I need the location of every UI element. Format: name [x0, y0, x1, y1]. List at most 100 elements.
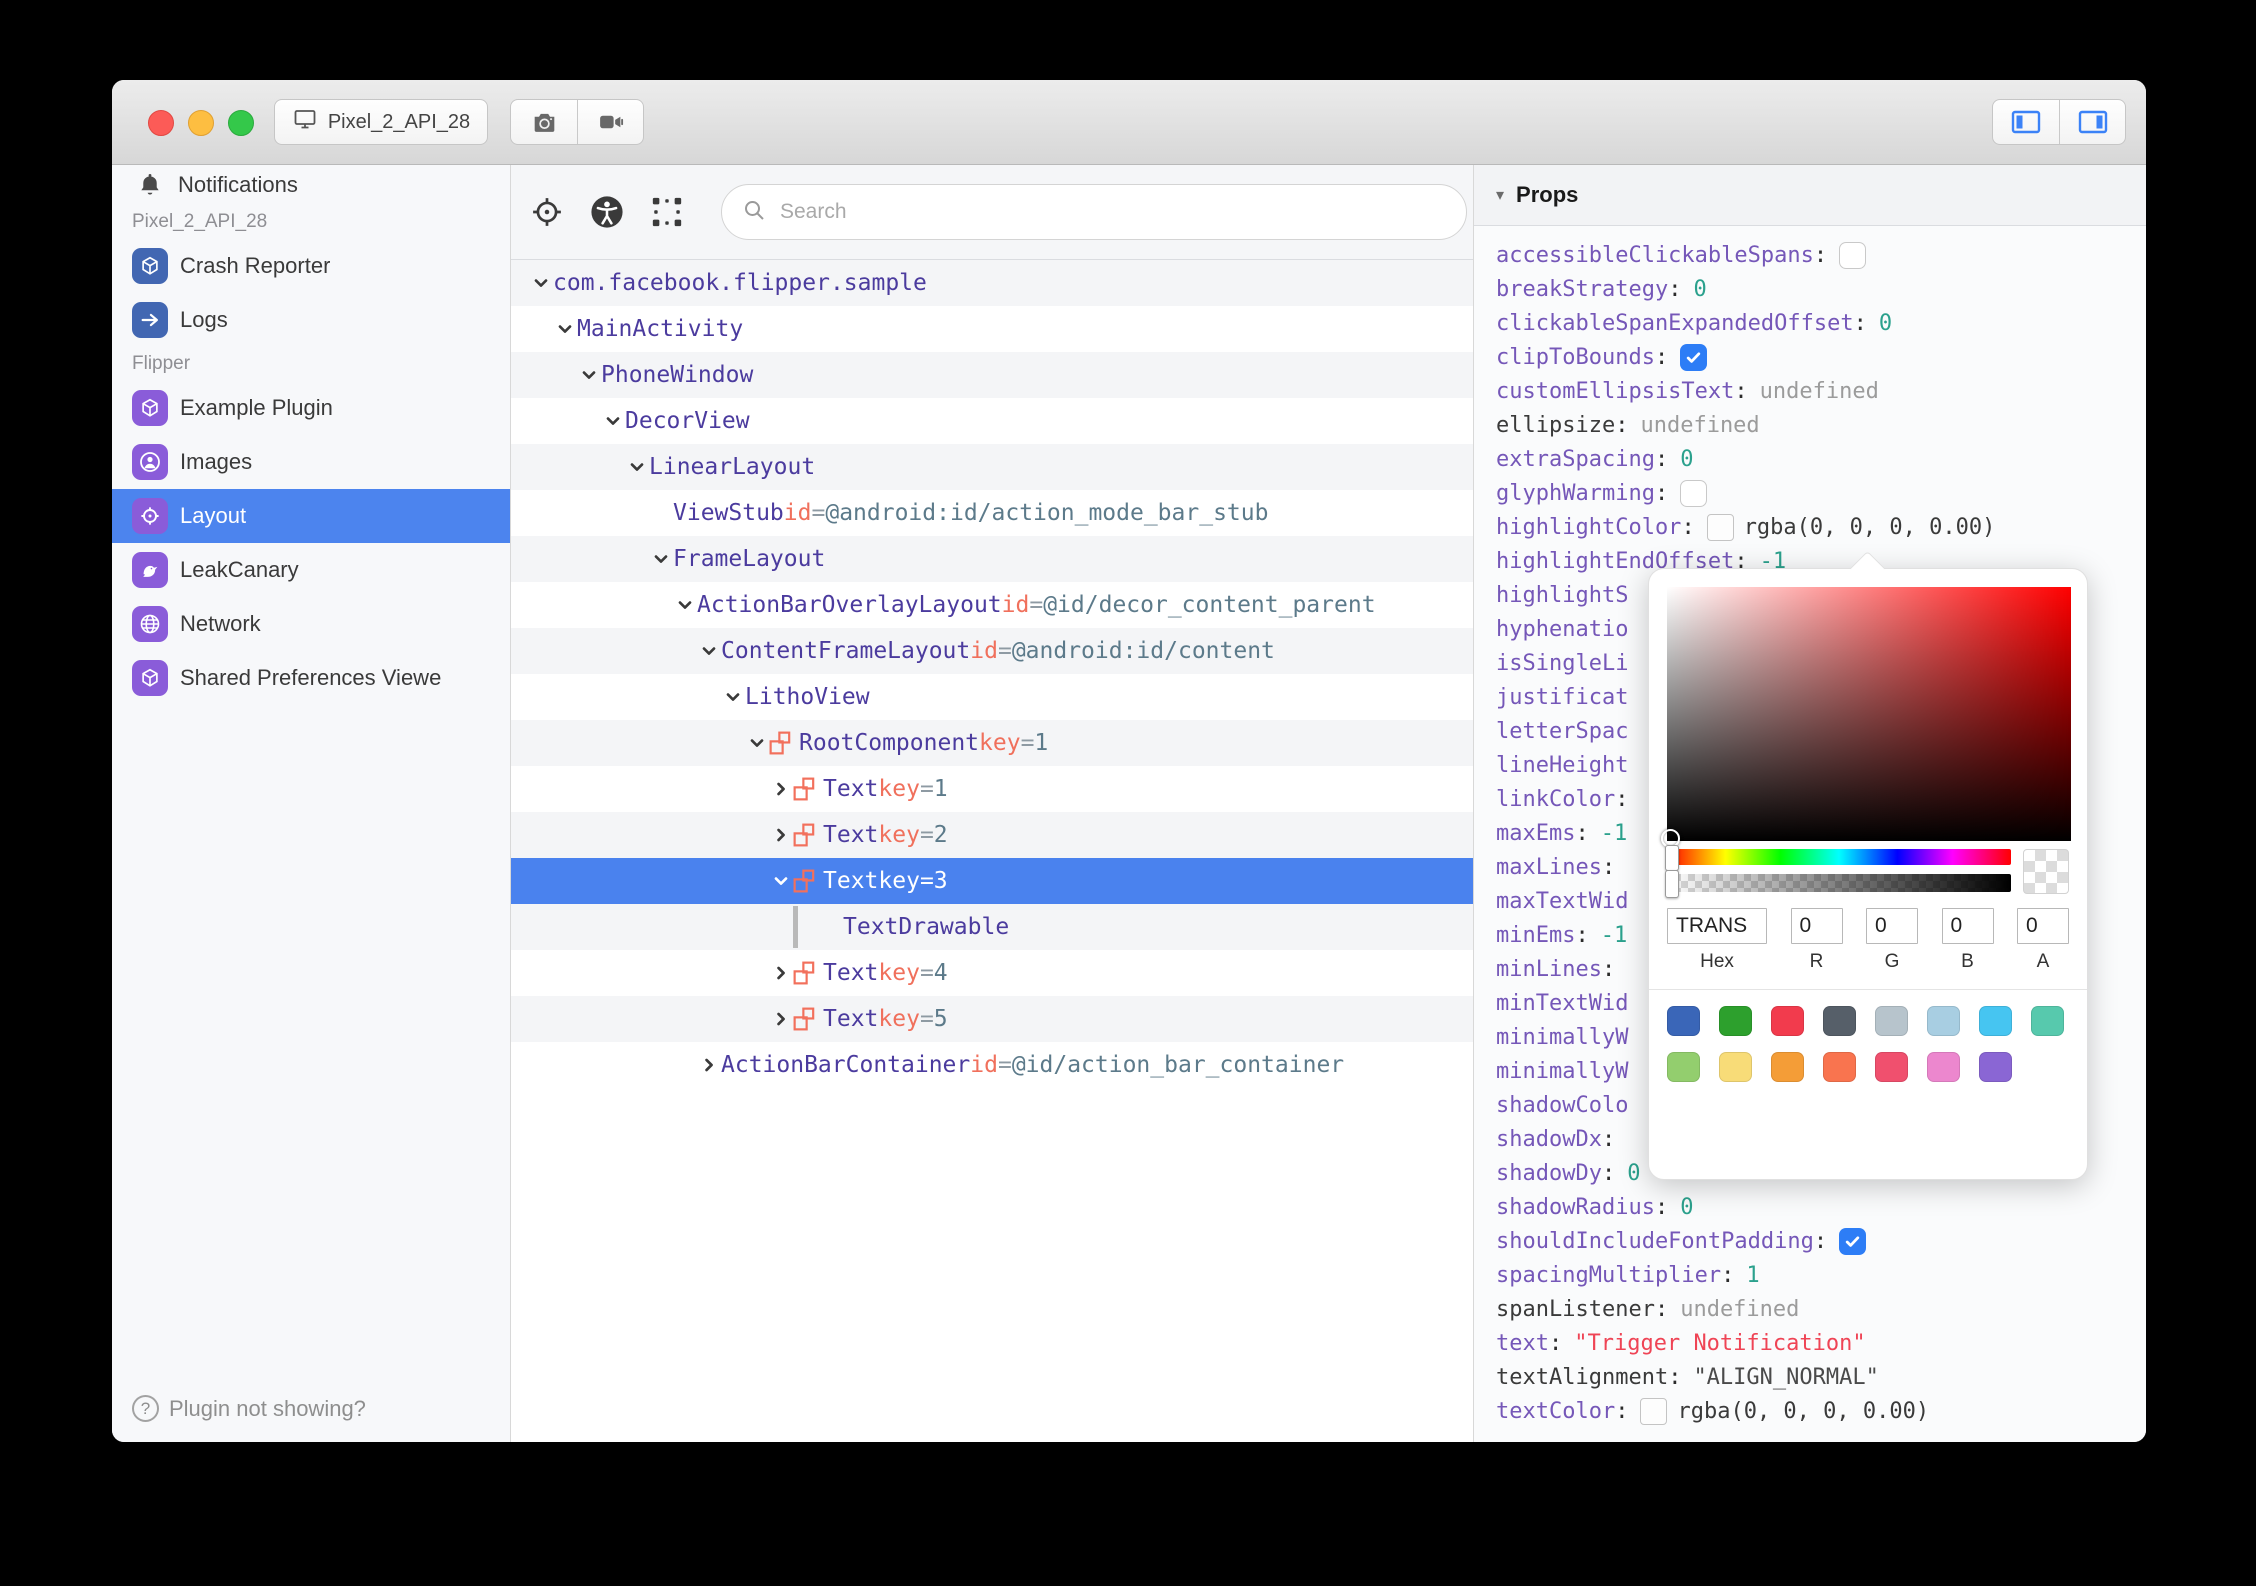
chevron-right-icon[interactable] — [697, 1055, 721, 1075]
checkbox-checked[interactable] — [1839, 1227, 1867, 1255]
palette-swatch[interactable] — [1667, 1052, 1700, 1082]
prop-value-number[interactable]: 1 — [1746, 1263, 1759, 1288]
chevron-right-icon[interactable] — [769, 1009, 793, 1029]
toggle-right-panel-button[interactable] — [2059, 100, 2125, 144]
alpha-slider-handle[interactable] — [1665, 870, 1679, 898]
prop-value-number[interactable]: -1 — [1601, 821, 1628, 846]
chevron-down-icon[interactable] — [769, 871, 793, 891]
chevron-down-icon[interactable] — [697, 641, 721, 661]
sidebar-item-shared-preferences-viewe[interactable]: Shared Preferences Viewe — [112, 651, 510, 705]
select-element-button[interactable] — [649, 194, 685, 230]
palette-swatch[interactable] — [1875, 1006, 1908, 1036]
tree-row-actionbarcontainer[interactable]: ActionBarContainer id = @id/action_bar_con… — [511, 1042, 1473, 1088]
green-input[interactable] — [1866, 908, 1918, 944]
sidebar-item-network[interactable]: Network — [112, 597, 510, 651]
hue-slider[interactable] — [1665, 845, 2011, 871]
tree-row-lithoview[interactable]: LithoView — [511, 674, 1473, 720]
chevron-down-icon[interactable] — [577, 365, 601, 385]
saturation-value-area[interactable] — [1661, 587, 2071, 848]
checkbox-unchecked[interactable] — [1680, 479, 1708, 507]
minimize-window-button[interactable] — [188, 110, 214, 136]
alpha-slider[interactable] — [1665, 870, 2011, 898]
chevron-down-icon[interactable] — [529, 273, 553, 293]
chevron-right-icon[interactable] — [769, 779, 793, 799]
tree-row-com.facebook.flipper.sample[interactable]: com.facebook.flipper.sample — [511, 260, 1473, 306]
chevron-down-icon[interactable] — [553, 319, 577, 339]
color-swatch-button[interactable] — [1640, 1397, 1668, 1425]
sidebar-item-leakcanary[interactable]: LeakCanary — [112, 543, 510, 597]
tree-row-contentframelayout[interactable]: ContentFrameLayout id = @android:id/conten… — [511, 628, 1473, 674]
tree-row-phonewindow[interactable]: PhoneWindow — [511, 352, 1473, 398]
palette-swatch[interactable] — [2031, 1006, 2064, 1036]
checkbox-checked[interactable] — [1680, 343, 1708, 371]
accessibility-mode-button[interactable] — [589, 194, 625, 230]
prop-value-number[interactable]: 0 — [1879, 311, 1892, 336]
chevron-down-icon[interactable] — [601, 411, 625, 431]
screenshot-button[interactable] — [511, 100, 577, 144]
search-input[interactable] — [778, 199, 1446, 225]
chevron-right-icon[interactable] — [769, 825, 793, 845]
alpha-input[interactable] — [2017, 908, 2069, 944]
sidebar-item-images[interactable]: Images — [112, 435, 510, 489]
chevron-right-icon[interactable] — [769, 963, 793, 983]
checkbox-unchecked[interactable] — [1839, 241, 1867, 269]
tree-row-text[interactable]: Text key = 3 — [511, 858, 1473, 904]
hue-slider-handle[interactable] — [1665, 845, 1679, 871]
sidebar-item-layout[interactable]: Layout — [112, 489, 510, 543]
palette-swatch[interactable] — [1927, 1052, 1960, 1082]
tree-row-text[interactable]: Text key = 1 — [511, 766, 1473, 812]
palette-swatch[interactable] — [1719, 1052, 1752, 1082]
palette-swatch[interactable] — [1771, 1052, 1804, 1082]
palette-swatch[interactable] — [1875, 1052, 1908, 1082]
tree-row-mainactivity[interactable]: MainActivity — [511, 306, 1473, 352]
plugin-sidebar: Notifications Pixel_2_API_28 Crash Report… — [112, 165, 511, 1442]
prop-value-number[interactable]: -1 — [1601, 923, 1628, 948]
chevron-down-icon[interactable] — [625, 457, 649, 477]
sidebar-item-example-plugin[interactable]: Example Plugin — [112, 381, 510, 435]
screen-record-button[interactable] — [577, 100, 643, 144]
blue-input[interactable] — [1941, 908, 1994, 944]
tree-row-text[interactable]: Text key = 5 — [511, 996, 1473, 1042]
prop-value-number[interactable]: 0 — [1693, 277, 1706, 302]
plugin-not-showing-link[interactable]: ? Plugin not showing? — [132, 1395, 366, 1422]
prop-value-number[interactable]: 0 — [1627, 1161, 1640, 1186]
zoom-window-button[interactable] — [228, 110, 254, 136]
tree-row-viewstub[interactable]: ViewStub id = @android:id/action_mode_bar_… — [511, 490, 1473, 536]
tree-row-text[interactable]: Text key = 4 — [511, 950, 1473, 996]
device-selector-button[interactable]: Pixel_2_API_28 — [274, 99, 488, 145]
tree-row-rootcomponent[interactable]: RootComponent key = 1 — [511, 720, 1473, 766]
tree-row-actionbaroverlaylayout[interactable]: ActionBarOverlayLayout id = @id/decor_cont… — [511, 582, 1473, 628]
chevron-down-icon[interactable] — [721, 687, 745, 707]
target-mode-button[interactable] — [529, 194, 565, 230]
chevron-down-icon[interactable] — [649, 549, 673, 569]
sidebar-item-logs[interactable]: Logs — [112, 293, 510, 347]
prop-value-string[interactable]: "Trigger Notification" — [1574, 1331, 1865, 1356]
tree-row-decorview[interactable]: DecorView — [511, 398, 1473, 444]
palette-swatch[interactable] — [1823, 1052, 1856, 1082]
sidebar-item-notifications[interactable]: Notifications — [112, 165, 510, 205]
palette-swatch[interactable] — [1979, 1006, 2012, 1036]
palette-swatch[interactable] — [1927, 1006, 1960, 1036]
tree-row-linearlayout[interactable]: LinearLayout — [511, 444, 1473, 490]
palette-swatch[interactable] — [1667, 1006, 1700, 1036]
palette-swatch[interactable] — [1719, 1006, 1752, 1036]
prop-value-number[interactable]: 0 — [1680, 447, 1693, 472]
color-swatch-button[interactable] — [1706, 513, 1734, 541]
prop-value-string[interactable]: "ALIGN_NORMAL" — [1693, 1365, 1878, 1390]
close-window-button[interactable] — [148, 110, 174, 136]
palette-swatch[interactable] — [1771, 1006, 1804, 1036]
prop-value-number[interactable]: 0 — [1680, 1195, 1693, 1220]
palette-swatch[interactable] — [1979, 1052, 2012, 1082]
red-input[interactable] — [1790, 908, 1843, 944]
tree-row-text[interactable]: Text key = 2 — [511, 812, 1473, 858]
palette-swatch[interactable] — [1823, 1006, 1856, 1036]
props-header[interactable]: ▾ Props — [1474, 165, 2146, 226]
toggle-left-panel-button[interactable] — [1993, 100, 2059, 144]
screen: Pixel_2_API_28 Notifications Pixel_2_API… — [0, 0, 2256, 1586]
tree-row-framelayout[interactable]: FrameLayout — [511, 536, 1473, 582]
chevron-down-icon[interactable] — [745, 733, 769, 753]
sidebar-item-crash-reporter[interactable]: Crash Reporter — [112, 239, 510, 293]
tree-row-textdrawable[interactable]: TextDrawable — [511, 904, 1473, 950]
hex-input[interactable] — [1667, 908, 1767, 944]
chevron-down-icon[interactable] — [673, 595, 697, 615]
